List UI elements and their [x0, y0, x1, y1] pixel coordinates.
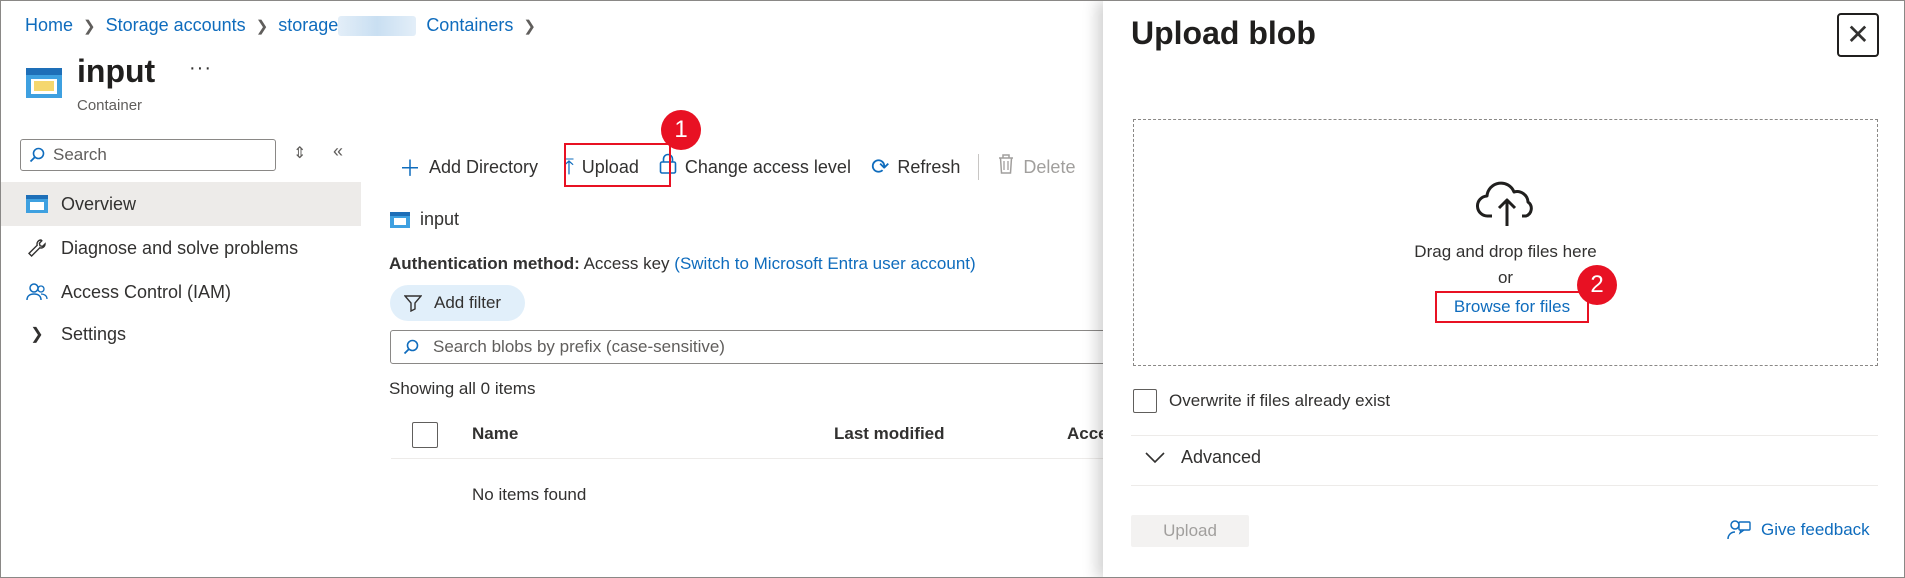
- delete-label: Delete: [1023, 156, 1076, 177]
- items-count: Showing all 0 items: [389, 379, 536, 398]
- give-feedback-link[interactable]: Give feedback: [1727, 519, 1870, 541]
- people-icon: [25, 280, 49, 304]
- change-access-label: Change access level: [684, 156, 851, 177]
- chevron-right-icon: ❯: [523, 17, 536, 35]
- auth-method-label: Authentication method:: [389, 254, 580, 273]
- app-window: Home ❯ Storage accounts ❯ storage Contai…: [0, 0, 1905, 578]
- more-options-button[interactable]: ···: [189, 57, 212, 80]
- cloud-upload-icon: [1476, 181, 1533, 226]
- search-icon: [403, 339, 419, 355]
- wrench-icon: [25, 236, 49, 260]
- file-dropzone[interactable]: Drag and drop files here or Browse for f…: [1133, 119, 1878, 366]
- filter-icon: [404, 295, 422, 312]
- sidebar-item-settings[interactable]: ❯ Settings: [1, 312, 361, 356]
- table-header: Name Last modified Acce: [391, 411, 1111, 459]
- switch-auth-link[interactable]: (Switch to Microsoft Entra user account): [674, 254, 975, 273]
- select-all-checkbox[interactable]: [412, 422, 438, 448]
- container-path: input: [390, 209, 459, 230]
- sidebar-item-iam[interactable]: Access Control (IAM): [1, 270, 361, 314]
- sidebar-item-overview[interactable]: Overview: [1, 182, 361, 226]
- change-access-level-button[interactable]: Change access level: [649, 147, 861, 187]
- upload-submit-button[interactable]: Upload: [1131, 515, 1249, 547]
- column-access[interactable]: Acce: [1067, 424, 1108, 444]
- breadcrumb-containers[interactable]: Containers: [426, 15, 513, 36]
- breadcrumb-home[interactable]: Home: [25, 15, 73, 36]
- breadcrumb: Home ❯ Storage accounts ❯ storage Contai…: [25, 15, 536, 36]
- refresh-icon: ⟳: [870, 154, 890, 179]
- refresh-button[interactable]: ⟳ Refresh: [861, 147, 970, 187]
- overwrite-checkbox[interactable]: [1133, 389, 1157, 413]
- container-icon: [390, 211, 410, 228]
- sidebar-item-label: Overview: [61, 193, 137, 214]
- breadcrumb-storage-accounts[interactable]: Storage accounts: [106, 15, 246, 36]
- blob-search-input[interactable]: Search blobs by prefix (case-sensitive): [390, 330, 1110, 364]
- sidebar-item-diagnose[interactable]: Diagnose and solve problems: [1, 226, 361, 270]
- sidebar-search-input[interactable]: Search: [20, 139, 276, 171]
- panel-title: Upload blob: [1131, 15, 1316, 51]
- sidebar-item-label: Settings: [61, 323, 127, 344]
- add-filter-button[interactable]: Add filter: [390, 285, 525, 321]
- auth-method: Authentication method: Access key (Switc…: [389, 254, 976, 274]
- advanced-label: Advanced: [1181, 447, 1262, 467]
- column-last-modified[interactable]: Last modified: [834, 424, 945, 444]
- refresh-label: Refresh: [897, 156, 961, 177]
- chevron-right-icon: ❯: [255, 17, 269, 35]
- page-subtitle: Container: [77, 97, 143, 114]
- or-text: or: [1497, 268, 1514, 287]
- blob-search-placeholder: Search blobs by prefix (case-sensitive): [433, 337, 725, 356]
- drag-drop-text: Drag and drop files here: [1414, 242, 1597, 261]
- divider: [1131, 435, 1878, 436]
- advanced-section-toggle[interactable]: Advanced: [1145, 447, 1261, 468]
- empty-message: No items found: [472, 485, 587, 504]
- delete-button[interactable]: Delete: [987, 147, 1085, 187]
- close-icon: ✕: [1846, 19, 1870, 50]
- close-button[interactable]: ✕: [1837, 13, 1879, 57]
- chevron-right-icon: ❯: [30, 326, 44, 343]
- add-directory-button[interactable]: ＋ Add Directory: [389, 147, 548, 187]
- sidebar-search-placeholder: Search: [53, 145, 107, 164]
- browse-files-link[interactable]: Browse for files: [1435, 291, 1589, 323]
- step-marker-2: 2: [1577, 265, 1617, 305]
- overwrite-option[interactable]: Overwrite if files already exist: [1133, 389, 1390, 413]
- command-bar: ＋ Add Directory ⤒ Upload Change access l…: [389, 147, 1085, 187]
- sidebar-item-label: Access Control (IAM): [61, 281, 232, 302]
- step-marker-1: 1: [661, 110, 701, 150]
- sidebar-item-label: Diagnose and solve problems: [61, 237, 299, 258]
- upload-blob-panel: Upload blob ✕ Drag and drop files here o…: [1103, 1, 1904, 577]
- container-icon: [25, 192, 49, 216]
- search-icon: [29, 147, 45, 163]
- trash-icon: [997, 153, 1015, 181]
- chevron-down-icon: [1145, 451, 1165, 463]
- auth-method-value: Access key: [583, 254, 670, 273]
- chevron-right-icon: ❯: [83, 17, 96, 35]
- add-directory-label: Add Directory: [429, 156, 539, 177]
- upload-highlight-box: [564, 143, 671, 187]
- collapse-sidebar-icon[interactable]: «: [333, 141, 343, 162]
- redacted-account-name: [338, 15, 417, 36]
- column-name[interactable]: Name: [472, 424, 518, 444]
- overwrite-label: Overwrite if files already exist: [1169, 391, 1391, 410]
- toolbar-divider: [978, 154, 980, 180]
- container-icon: [26, 68, 62, 98]
- container-path-label: input: [420, 209, 460, 229]
- breadcrumb-storage-account[interactable]: storage: [278, 15, 338, 36]
- add-filter-label: Add filter: [434, 293, 502, 312]
- divider: [1131, 485, 1878, 486]
- feedback-icon: [1727, 520, 1751, 540]
- page-title: input: [77, 53, 156, 89]
- expand-collapse-icon[interactable]: ⇕: [293, 143, 306, 163]
- plus-icon: ＋: [399, 156, 422, 181]
- give-feedback-label: Give feedback: [1761, 520, 1870, 539]
